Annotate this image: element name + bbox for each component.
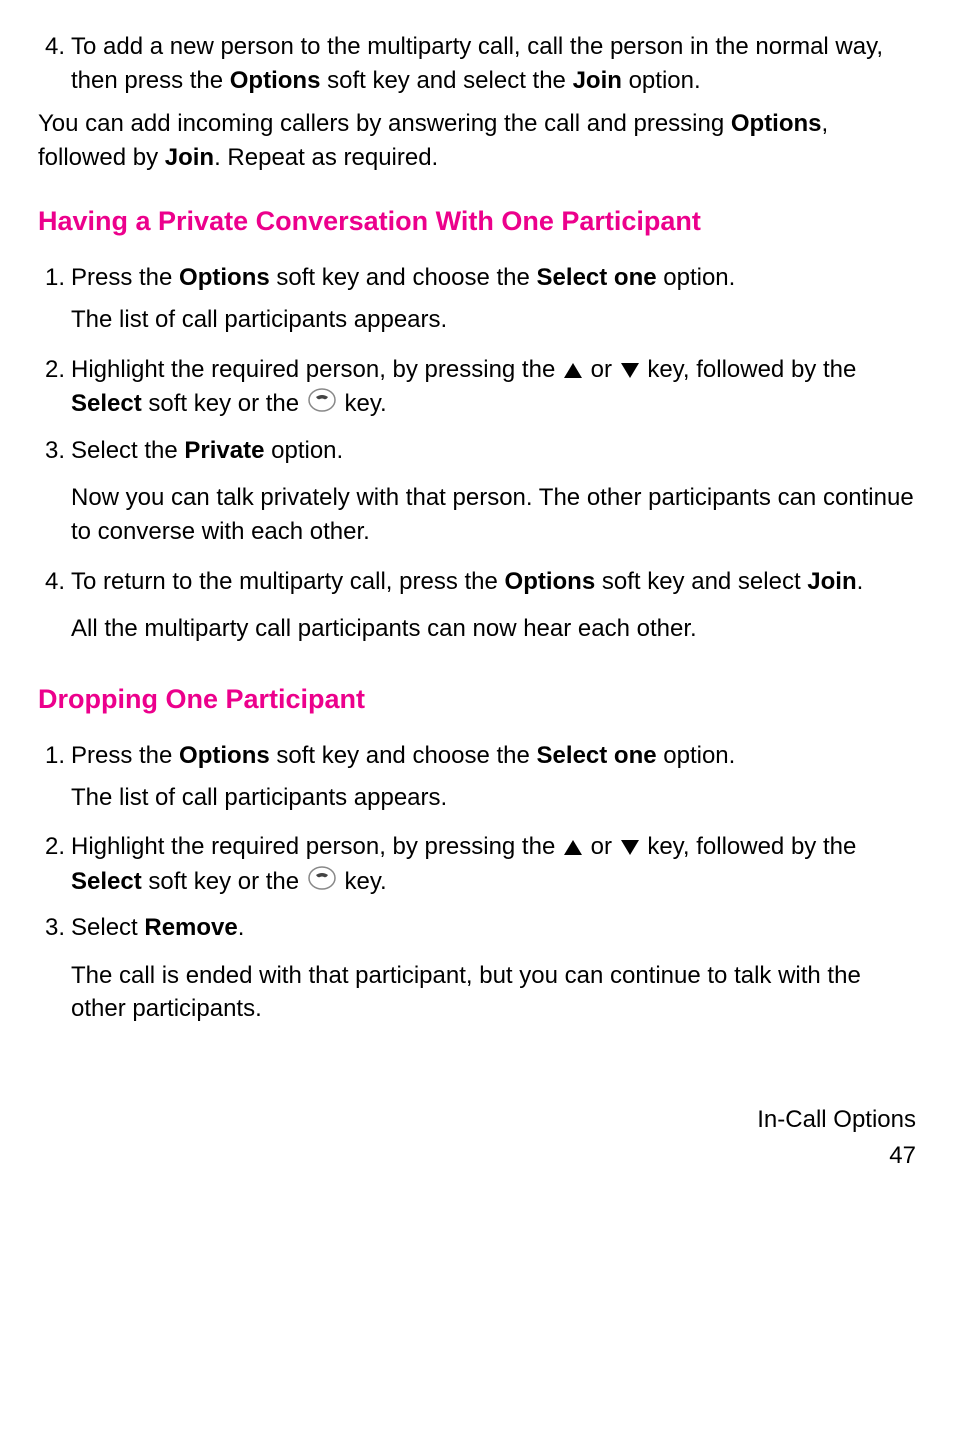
triangle-down-icon <box>621 840 639 855</box>
bold-text: Join <box>573 67 622 94</box>
bold-text: Join <box>807 568 856 595</box>
triangle-up-icon <box>564 363 582 378</box>
text: soft key and select the <box>320 67 572 94</box>
text: key. <box>338 390 387 417</box>
sub-paragraph: The list of call participants appears. <box>71 303 916 337</box>
list-item: 4. To return to the multiparty call, pre… <box>38 565 916 652</box>
sub-paragraph: The call is ended with that participant,… <box>71 959 916 1026</box>
list-item: 2. Highlight the required person, by pre… <box>38 353 916 424</box>
list-content: Press the Options soft key and choose th… <box>71 261 916 342</box>
text: soft key or the <box>142 868 306 895</box>
list-content: Select Remove. The call is ended with th… <box>71 911 916 1032</box>
bold-text: Options <box>230 67 321 94</box>
sub-paragraph: Now you can talk privately with that per… <box>71 481 916 548</box>
text: option. <box>264 437 343 464</box>
list-item: 4. To add a new person to the multiparty… <box>38 30 916 97</box>
list-content: To add a new person to the multiparty ca… <box>71 30 916 97</box>
list-item: 3. Select the Private option. Now you ca… <box>38 434 916 555</box>
paragraph: You can add incoming callers by answerin… <box>38 107 916 174</box>
list-number: 2. <box>38 353 71 424</box>
text: soft key and select <box>595 568 807 595</box>
bold-text: Select one <box>537 742 657 769</box>
list-number: 2. <box>38 830 71 901</box>
triangle-down-icon <box>621 363 639 378</box>
section-heading-dropping-participant: Dropping One Participant <box>38 682 916 717</box>
list-number: 4. <box>38 565 71 652</box>
text: To return to the multiparty call, press … <box>71 568 505 595</box>
text: . <box>857 568 864 595</box>
bold-text: Remove <box>144 914 237 941</box>
bold-text: Options <box>179 742 270 769</box>
text: option. <box>657 742 736 769</box>
list-content: Select the Private option. Now you can t… <box>71 434 916 555</box>
text: option. <box>622 67 701 94</box>
text: soft key and choose the <box>270 264 537 291</box>
section-heading-private-conversation: Having a Private Conversation With One P… <box>38 204 916 239</box>
bold-text: Select <box>71 390 142 417</box>
call-key-icon <box>308 864 336 902</box>
text: You can add incoming callers by answerin… <box>38 110 731 137</box>
list-content: Highlight the required person, by pressi… <box>71 353 916 424</box>
text: or <box>584 356 619 383</box>
list-content: To return to the multiparty call, press … <box>71 565 916 652</box>
call-key-icon <box>308 386 336 424</box>
sub-paragraph: All the multiparty call participants can… <box>71 612 916 646</box>
text: key, followed by the <box>641 833 857 860</box>
list-number: 1. <box>38 261 71 342</box>
bold-text: Options <box>731 110 822 137</box>
text: . Repeat as required. <box>214 144 438 171</box>
list-item: 1. Press the Options soft key and choose… <box>38 261 916 342</box>
text: soft key or the <box>142 390 306 417</box>
list-number: 3. <box>38 434 71 555</box>
list-content: Highlight the required person, by pressi… <box>71 830 916 901</box>
text: Press the <box>71 264 179 291</box>
text: . <box>238 914 245 941</box>
text: Select the <box>71 437 184 464</box>
bold-text: Options <box>505 568 596 595</box>
text: key, followed by the <box>641 356 857 383</box>
bold-text: Select <box>71 868 142 895</box>
footer-title: In-Call Options <box>38 1102 916 1138</box>
text: or <box>584 833 619 860</box>
bold-text: Join <box>165 144 214 171</box>
bold-text: Select one <box>537 264 657 291</box>
page-number: 47 <box>38 1138 916 1174</box>
list-item: 1. Press the Options soft key and choose… <box>38 739 916 820</box>
bold-text: Private <box>184 437 264 464</box>
text: Select <box>71 914 144 941</box>
list-item: 3. Select Remove. The call is ended with… <box>38 911 916 1032</box>
list-number: 4. <box>38 30 71 97</box>
list-content: Press the Options soft key and choose th… <box>71 739 916 820</box>
text: option. <box>657 264 736 291</box>
text: Press the <box>71 742 179 769</box>
text: key. <box>338 868 387 895</box>
sub-paragraph: The list of call participants appears. <box>71 781 916 815</box>
text: Highlight the required person, by pressi… <box>71 833 562 860</box>
bold-text: Options <box>179 264 270 291</box>
list-number: 3. <box>38 911 71 1032</box>
text: soft key and choose the <box>270 742 537 769</box>
triangle-up-icon <box>564 840 582 855</box>
text: Highlight the required person, by pressi… <box>71 356 562 383</box>
list-number: 1. <box>38 739 71 820</box>
list-item: 2. Highlight the required person, by pre… <box>38 830 916 901</box>
page-footer: In-Call Options 47 <box>38 1102 916 1174</box>
